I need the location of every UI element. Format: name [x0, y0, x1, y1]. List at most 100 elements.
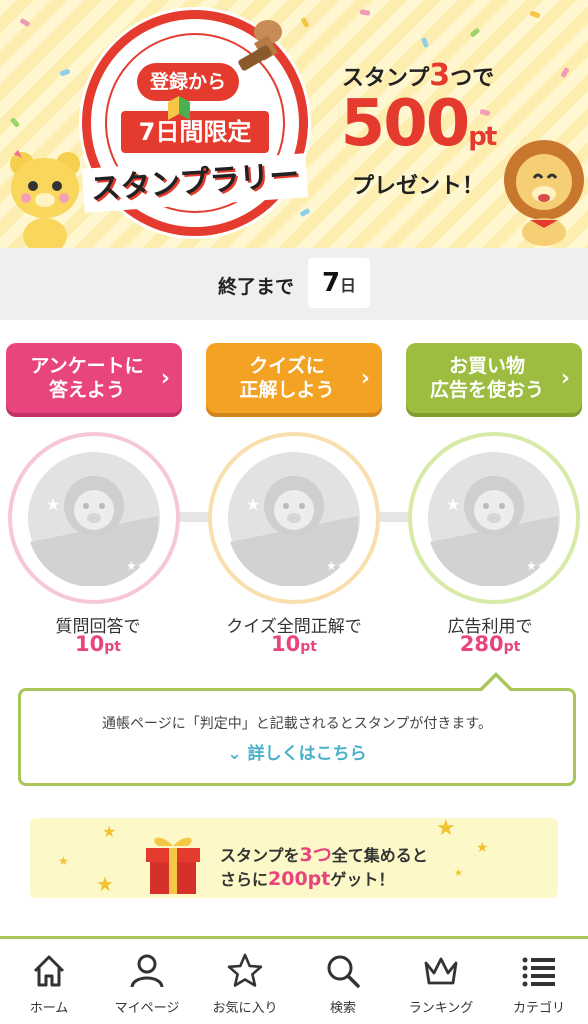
- stamp-slot-quiz: ★ ★★★: [208, 432, 380, 604]
- chevron-right-icon: ›: [560, 366, 570, 391]
- bonus-l1-count: 3つ: [299, 844, 332, 866]
- star-decoration-icon: ★: [102, 822, 117, 841]
- points-value: 10: [271, 632, 301, 656]
- countdown-value: 7: [321, 268, 341, 298]
- crown-icon: [424, 957, 458, 985]
- nav-category-label: カテゴリ: [512, 1001, 565, 1016]
- confetti: [299, 207, 311, 218]
- hero-banner[interactable]: 登録から 7日間限定 スタンプラリー スタンプ3つで 500pt プレゼント！: [0, 0, 588, 248]
- svg-text:★★★: ★★★: [526, 559, 558, 573]
- confetti: [300, 16, 310, 29]
- nav-favorites-label: お気に入り: [212, 1001, 278, 1016]
- star-decoration-icon: ★: [454, 868, 463, 879]
- bonus-line2: さらに200ptゲット！: [220, 866, 394, 890]
- chevron-right-icon: ›: [360, 366, 370, 391]
- svg-text:★: ★: [46, 495, 60, 514]
- offer-points-value: 500: [340, 87, 471, 161]
- app-root: 登録から 7日間限定 スタンプラリー スタンプ3つで 500pt プレゼント！: [0, 0, 588, 1024]
- star-decoration-icon: ★: [436, 816, 456, 841]
- points-unit: pt: [104, 639, 121, 655]
- stamp-connector: [178, 512, 212, 522]
- svg-text:★: ★: [446, 495, 460, 514]
- info-text: 通帳ページに「判定中」と記載されるとスタンプが付きます。: [102, 716, 492, 732]
- bonus-l1-suffix: 全て集めると: [331, 846, 428, 865]
- search-icon: [327, 955, 360, 988]
- bottom-nav: ホーム マイページ お気に入り 検索 ランキング カテゴリ: [0, 936, 588, 1024]
- points-unit: pt: [300, 639, 317, 655]
- info-box: 通帳ページに「判定中」と記載されるとスタンプが付きます。 ⌄ 詳しくはこちら: [18, 688, 576, 786]
- bonus-l2-suffix: ゲット！: [330, 870, 395, 889]
- confetti: [420, 36, 430, 49]
- person-icon: [130, 954, 164, 988]
- star-decoration-icon: ★: [96, 872, 114, 896]
- countdown-label: 終了まで: [218, 276, 295, 298]
- offer-present: プレゼント！: [351, 174, 484, 199]
- confetti: [529, 10, 541, 19]
- stamp-points-quiz: 10pt: [196, 632, 392, 656]
- countdown-unit: 日: [340, 276, 357, 295]
- confetti: [359, 9, 371, 16]
- nav-mypage-label: マイページ: [114, 1001, 180, 1016]
- points-value: 280: [459, 632, 504, 656]
- chevron-down-icon: ⌄: [227, 744, 248, 764]
- stamp-slot-ad: ★ ★★★: [408, 432, 580, 604]
- survey-button-line1: アンケートに: [30, 355, 144, 377]
- bonus-l1-prefix: スタンプを: [220, 846, 300, 865]
- countdown-bar: 終了まで: [0, 248, 588, 320]
- star-decoration-icon: ★: [476, 840, 489, 856]
- nav-ranking[interactable]: ランキング: [392, 939, 490, 1024]
- bonus-l2-points: 200pt: [268, 868, 331, 890]
- bonus-banner: ★ ★ ★ ★ ★ ★ スタンプを3つ全て集めると さらに200ptゲット！: [30, 816, 558, 898]
- svg-text:★: ★: [246, 495, 260, 514]
- lion-mascot: [504, 140, 584, 246]
- info-pointer-inner: [482, 677, 510, 691]
- confetti: [9, 117, 21, 128]
- details-link[interactable]: ⌄ 詳しくはこちら: [21, 739, 573, 764]
- points-value: 10: [75, 632, 105, 656]
- quiz-button-line1: クイズに: [249, 355, 325, 377]
- star-decoration-icon: ★: [58, 854, 69, 868]
- bonus-l2-prefix: さらに: [220, 870, 269, 889]
- nav-home-label: ホーム: [29, 1001, 69, 1016]
- svg-text:★★★: ★★★: [126, 559, 158, 573]
- gift-box-icon: [146, 837, 200, 894]
- svg-text:★★★: ★★★: [326, 559, 358, 573]
- nav-ranking-label: ランキング: [408, 1001, 474, 1016]
- nav-mypage[interactable]: マイページ: [98, 939, 196, 1024]
- survey-button[interactable]: アンケートに 答えよう ›: [6, 343, 182, 413]
- chevron-right-icon: ›: [160, 366, 170, 391]
- nav-favorites[interactable]: お気に入り: [196, 939, 294, 1024]
- nav-home[interactable]: ホーム: [0, 939, 98, 1024]
- beginner-mark-icon: [168, 96, 190, 120]
- quiz-button-line2: 正解しよう: [239, 379, 335, 401]
- bear-mascot: [10, 150, 80, 248]
- list-icon: [522, 957, 555, 987]
- stamp-points-ad: 280pt: [392, 632, 588, 656]
- offer-points-unit: pt: [468, 122, 497, 152]
- home-icon: [33, 955, 65, 987]
- quiz-button[interactable]: クイズに 正解しよう ›: [206, 343, 382, 413]
- offer-points: 500pt: [318, 92, 518, 168]
- stamp-slot-survey: ★ ★★★: [8, 432, 180, 604]
- lion-stamp-placeholder-icon: ★ ★★★: [228, 452, 360, 586]
- stamp-points-survey: 10pt: [0, 632, 196, 656]
- nav-search[interactable]: 検索: [294, 939, 392, 1024]
- shopping-ad-button[interactable]: お買い物 広告を使おう ›: [406, 343, 582, 413]
- stamp-tool-icon: [238, 20, 282, 71]
- bonus-line1: スタンプを3つ全て集めると: [220, 840, 428, 867]
- details-link-label: 詳しくはこちら: [247, 744, 367, 764]
- stamp-connector: [378, 512, 412, 522]
- hero-days-limited: 7日間限定: [121, 111, 269, 153]
- shopping-button-line1: お買い物: [448, 355, 525, 377]
- lion-stamp-placeholder-icon: ★ ★★★: [428, 452, 560, 586]
- star-icon: [227, 953, 263, 987]
- shopping-button-line2: 広告を使おう: [429, 379, 544, 401]
- countdown-box: 7日: [308, 258, 370, 308]
- lion-stamp-placeholder-icon: ★ ★★★: [28, 452, 160, 586]
- nav-category[interactable]: カテゴリ: [490, 939, 588, 1024]
- nav-search-label: 検索: [329, 1001, 356, 1016]
- points-unit: pt: [503, 639, 521, 655]
- confetti: [59, 68, 71, 77]
- confetti: [560, 66, 570, 79]
- confetti: [469, 27, 481, 38]
